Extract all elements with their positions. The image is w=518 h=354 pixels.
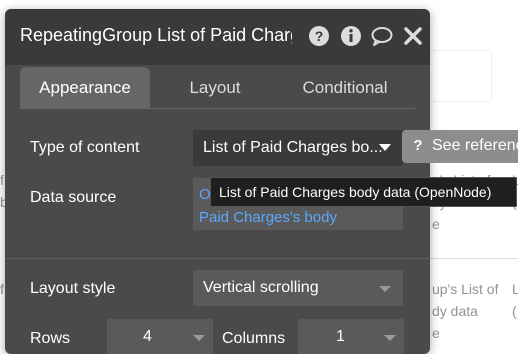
columns-label: Columns <box>222 330 286 347</box>
background-text: L <box>512 281 518 297</box>
layout-style-label: Layout style <box>30 280 116 297</box>
tab-conditional[interactable]: Conditional <box>280 67 410 109</box>
info-icon[interactable] <box>339 24 363 48</box>
background-text: dy data <box>432 303 478 319</box>
type-of-content-dropdown[interactable]: List of Paid Charges bo... <box>193 130 403 166</box>
panel-header[interactable]: RepeatingGroup List of Paid Charg ? <box>5 9 430 65</box>
rows-dropdown[interactable]: 4 <box>107 319 213 354</box>
background-element-box <box>420 50 492 102</box>
rows-label: Rows <box>30 330 71 347</box>
tab-appearance[interactable]: Appearance <box>20 67 150 109</box>
type-of-content-value: List of Paid Charges bo... <box>203 139 383 156</box>
see-reference-button[interactable]: ? See referenc <box>402 130 518 163</box>
rows-value: 4 <box>143 328 152 345</box>
layout-style-value: Vertical scrolling <box>203 279 319 296</box>
background-text: up's List of <box>432 281 499 297</box>
background-divider <box>430 258 518 259</box>
tab-layout[interactable]: Layout <box>150 67 280 109</box>
close-icon[interactable] <box>401 24 425 48</box>
data-source-text-line2[interactable]: Paid Charges's body <box>199 207 337 229</box>
tab-strip-line <box>20 108 415 109</box>
type-of-content-label: Type of content <box>30 139 140 156</box>
question-icon: ? <box>413 137 423 154</box>
chevron-down-icon <box>384 335 396 341</box>
comment-icon[interactable] <box>370 24 394 48</box>
columns-value: 1 <box>336 328 345 345</box>
help-icon[interactable]: ? <box>307 24 331 48</box>
chevron-down-icon <box>379 144 391 151</box>
data-source-text-line1[interactable]: O <box>199 184 211 206</box>
see-reference-label: See referenc <box>432 137 518 154</box>
chevron-down-icon <box>379 286 391 292</box>
svg-text:?: ? <box>315 28 324 44</box>
background-text: e <box>432 216 440 232</box>
section-divider <box>5 258 430 259</box>
panel-title[interactable]: RepeatingGroup List of Paid Charg <box>20 22 292 48</box>
layout-style-dropdown[interactable]: Vertical scrolling <box>193 270 403 306</box>
data-source-label: Data source <box>30 189 117 206</box>
columns-dropdown[interactable]: 1 <box>298 319 404 354</box>
background-text: ( <box>512 303 517 319</box>
type-tooltip: List of Paid Charges body data (OpenNode… <box>210 177 517 207</box>
background-text: e <box>432 325 440 341</box>
chevron-down-icon <box>193 335 205 341</box>
